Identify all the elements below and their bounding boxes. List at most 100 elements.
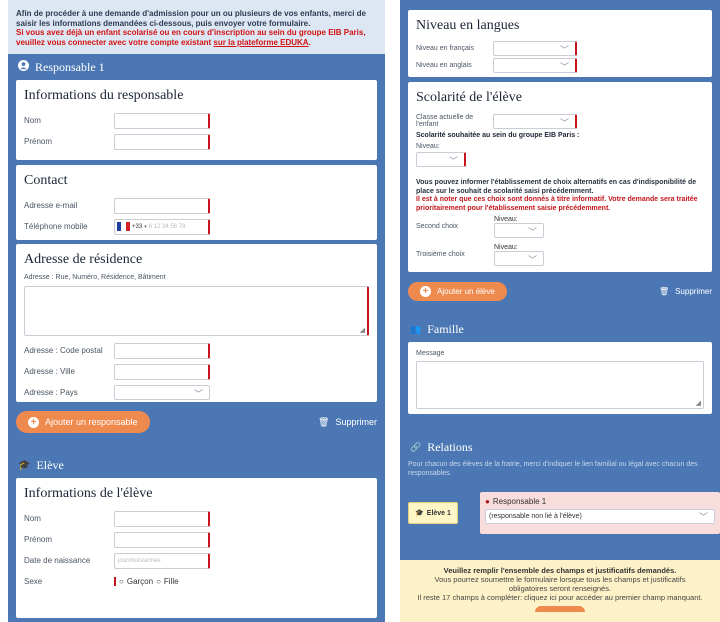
country-select[interactable]: ﹀ [114,385,210,400]
eleve-prenom-input[interactable] [114,531,210,548]
street-textarea[interactable]: ◢ [24,286,369,336]
responsable-info-title: Informations du responsable [24,88,184,103]
relation-select[interactable]: (responsable non lié à l'élève) ﹀ [485,509,715,524]
famille-heading: 👥 Famille [400,316,720,342]
troisieme-select[interactable]: ﹀ [494,251,544,266]
souhaitee-label: Scolarité souhaitée au sein du groupe EI… [416,132,580,139]
relation-resp-header: ● Responsable 1 [485,497,715,506]
francais-select[interactable]: ﹀ [493,41,577,56]
langues-title: Niveau en langues [416,18,520,33]
francais-label: Niveau en français [416,45,474,52]
email-label: Adresse e-mail [24,201,78,210]
chevron-down-icon: ▾ [144,223,147,230]
trash-icon: 🗑 [658,286,670,296]
niveau-select[interactable]: ﹀ [416,152,466,167]
add-responsable-label: Ajouter un responsable [45,417,138,427]
eleve-prenom-label: Prénom [24,535,53,544]
responsable-heading: Responsable 1 [8,54,385,80]
add-eleve-button[interactable]: + Ajouter un élève [408,281,507,301]
users-icon: 👥 [410,323,422,334]
troisieme-label: Troisième choix [416,251,465,258]
relations-desc: Pour chacun des élèves de la fratrie, me… [408,461,698,477]
eleve-info-title: Informations de l'élève [24,486,153,501]
left-form-column: Afin de procéder à une demande d'admissi… [8,0,385,622]
nom-label: Nom [24,116,41,125]
sexe-label: Sexe [24,577,43,586]
footer-line1: Veuillez remplir l'ensemble des champs e… [443,566,677,575]
resize-handle-icon[interactable]: ◢ [360,326,365,334]
chevron-down-icon: ﹀ [527,227,537,237]
chevron-down-icon: ﹀ [559,117,569,128]
phone-prefix: +33 [132,223,143,230]
france-flag-icon[interactable] [117,222,130,231]
troisieme-niveau-label: Niveau: [494,244,518,251]
graduate-icon: 🎓 [18,459,31,471]
intro-line2: Si vous avez déjà un enfant scolarisé ou… [16,28,366,47]
eleve-actions: + Ajouter un élève 🗑 Supprimer [400,272,720,310]
second-label: Second choix [416,223,459,230]
add-responsable-button[interactable]: + Ajouter un responsable [16,411,150,433]
delete-responsable-button[interactable]: 🗑 Supprimer [318,417,377,428]
link-icon: 🔗 [410,441,422,452]
scolarite-card: Scolarité de l'élève Classe actuelle de … [408,82,712,272]
email-input[interactable] [114,197,210,214]
footer-line3[interactable]: Il reste 17 champs à compléter: cliquez … [400,593,720,602]
delete-eleve-button[interactable]: 🗑 Supprimer [659,287,712,296]
garcon-label: Garçon [126,577,154,586]
address-card: Adresse de résidence Adresse : Rue, Numé… [16,244,377,402]
relation-resp-label: Responsable 1 [492,497,547,506]
street-label: Adresse : Rue, Numéro, Résidence, Bâtime… [24,274,166,281]
phone-placeholder: 6 12 34 56 78 [148,223,186,230]
classe-label: Classe actuelle de l'enfant [416,114,474,128]
chevron-down-icon: ﹀ [698,512,708,522]
responsable-info-card: Informations du responsable Nom Prénom [16,80,377,160]
anglais-label: Niveau en anglais [416,62,472,69]
postal-input[interactable] [114,342,210,359]
garcon-radio[interactable]: ○ [119,577,124,586]
eleve-nom-label: Nom [24,514,41,523]
contact-title: Contact [24,173,68,188]
famille-title: Famille [427,321,464,336]
famille-card: Message ◢ [408,342,712,414]
contact-card: Contact Adresse e-mail Téléphone mobile … [16,165,377,240]
footer-notice: Veuillez remplir l'ensemble des champs e… [400,560,720,622]
eleve-info-card: Informations de l'élève Nom Prénom Date … [16,478,377,618]
city-label: Adresse : Ville [24,367,75,376]
fille-label: Fille [163,577,179,586]
niveau-label: Niveau: [416,143,440,150]
responsable-prenom-input[interactable] [114,133,210,150]
phone-label: Téléphone mobile [24,222,88,231]
eleve-nom-input[interactable] [114,510,210,527]
chevron-down-icon: ﹀ [559,62,569,72]
dob-input[interactable]: jour/mois/année [114,552,210,569]
message-label: Message [416,350,445,357]
relations-heading: 🔗 Relations [400,434,720,460]
langues-card: Niveau en langues Niveau en français ﹀ Ni… [408,10,712,77]
scolarite-title: Scolarité de l'élève [416,90,522,105]
eleve-badge-label: Elève 1 [426,509,451,517]
intro-line1: Afin de procéder à une demande d'admissi… [16,9,366,28]
trash-icon: 🗑 [318,416,330,427]
address-title: Adresse de résidence [24,252,143,267]
city-input[interactable] [114,363,210,380]
phone-input[interactable]: +33 ▾ 6 12 34 56 78 [114,218,210,235]
fille-radio[interactable]: ○ [156,577,161,586]
relations-title: Relations [427,439,473,454]
second-select[interactable]: ﹀ [494,223,544,238]
plus-circle-icon: + [420,285,431,297]
eleve-title: Elève [36,457,64,472]
anglais-select[interactable]: ﹀ [493,58,577,73]
responsable-nom-input[interactable] [114,112,210,129]
eleve-heading: 🎓 Elève [8,452,385,478]
intro-notice: Afin de procéder à une demande d'admissi… [8,0,385,54]
classe-select[interactable]: ﹀ [493,113,577,129]
submit-button[interactable] [535,606,585,612]
resize-handle-icon[interactable]: ◢ [696,399,701,407]
graduate-icon: 🎓 [415,510,424,517]
relation-cell: ● Responsable 1 (responsable non lié à l… [480,492,720,534]
eduka-link[interactable]: sur la plateforme EDUKA [213,38,308,47]
chevron-down-icon: ﹀ [527,255,537,265]
message-textarea[interactable]: ◢ [416,361,704,409]
dob-label: Date de naissance [24,556,91,565]
relation-select-value: (responsable non lié à l'élève) [489,513,582,520]
